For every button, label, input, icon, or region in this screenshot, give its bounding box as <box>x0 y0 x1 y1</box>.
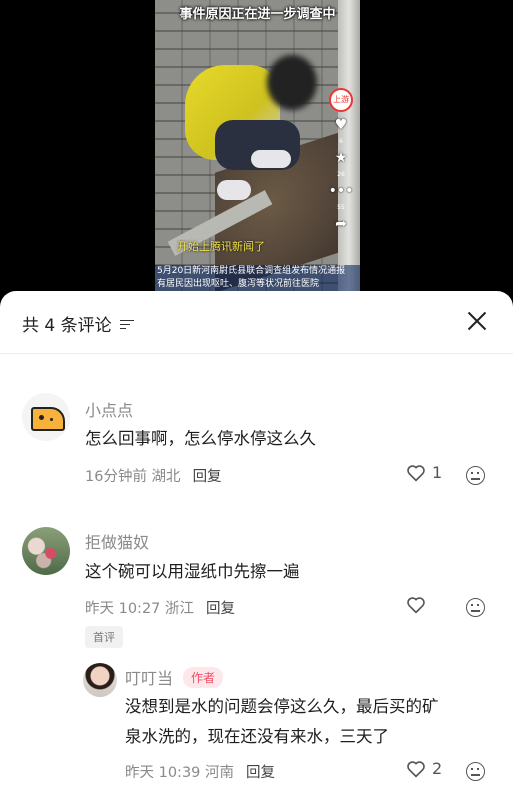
video-caption: 5月20日新河南尉氏县联合调查组发布情况通报 有居民因出现呕吐、腹泻等状况前往医… <box>155 265 360 291</box>
video-area[interactable]: 事件原因正在进一步调查中 上游 ♥ 6 ★ 26 ••• 55 ➦ 开始上腾讯新… <box>0 0 513 300</box>
comment-username-text[interactable]: 叮叮当 <box>125 669 173 688</box>
comment-count: 55 <box>337 204 345 211</box>
comment-username[interactable]: 小点点 <box>85 397 133 421</box>
video-scene-shoe <box>251 150 291 168</box>
comment-username[interactable]: 拒做猫奴 <box>85 529 149 553</box>
comment-text-line: 没想到是水的问题会停这么久，最后买的矿 <box>125 697 439 716</box>
comment-time-location: 16分钟前 湖北 <box>85 469 181 485</box>
comment-text[interactable]: 怎么回事啊，怎么停水停这么久 <box>85 424 316 454</box>
author-tag: 作者 <box>183 667 224 688</box>
close-icon[interactable] <box>465 309 489 333</box>
comment-count-label: 共 4 条评论 <box>22 316 112 336</box>
heart-icon[interactable]: ♥ <box>335 118 348 132</box>
like-button[interactable]: 2 <box>406 759 442 778</box>
reply-button[interactable]: 回复 <box>206 601 235 617</box>
like-count: 6 <box>339 138 343 145</box>
video-caption-line: 有居民因出现呕吐、腹泻等状况前往医院 <box>157 279 320 289</box>
reply-button[interactable]: 回复 <box>193 469 222 485</box>
comment-icon[interactable]: ••• <box>329 184 354 198</box>
like-count: 1 <box>432 463 443 482</box>
comment-text-line: 泉水洗的，现在还没有来水，三天了 <box>125 727 389 746</box>
video-frame[interactable]: 事件原因正在进一步调查中 上游 ♥ 6 ★ 26 ••• 55 ➦ 开始上腾讯新… <box>155 0 360 300</box>
star-icon[interactable]: ★ <box>335 151 348 165</box>
comment-text[interactable]: 这个碗可以用湿纸巾先擦一遍 <box>85 557 300 587</box>
heart-icon <box>407 464 425 481</box>
filter-icon[interactable] <box>119 319 134 331</box>
comment-text[interactable]: 没想到是水的问题会停这么久，最后买的矿 泉水洗的，现在还没有来水，三天了 <box>125 692 439 752</box>
heart-icon <box>407 760 425 777</box>
cheese-icon <box>31 407 65 431</box>
avatar[interactable] <box>22 393 70 441</box>
favorite-count: 26 <box>337 171 345 178</box>
channel-avatar[interactable]: 上游 <box>329 88 353 112</box>
video-scene-person-head <box>267 55 317 110</box>
video-title: 事件原因正在进一步调查中 <box>179 7 336 22</box>
comment-time-location: 昨天 10:39 河南 <box>125 765 235 781</box>
comment-time-location: 昨天 10:27 浙江 <box>85 601 195 617</box>
first-comment-badge: 首评 <box>85 626 123 648</box>
avatar[interactable] <box>83 663 117 697</box>
heart-icon <box>407 597 425 614</box>
comment-sheet-header: 共 4 条评论 <box>0 291 513 354</box>
dislike-icon[interactable] <box>466 466 485 485</box>
like-count: 2 <box>432 759 443 778</box>
dislike-icon[interactable] <box>466 598 485 617</box>
video-subtitle: 开始上腾讯新闻了 <box>177 240 265 253</box>
like-button[interactable] <box>406 596 432 614</box>
dislike-icon[interactable] <box>466 762 485 781</box>
video-caption-line: 5月20日新河南尉氏县联合调查组发布情况通报 <box>157 266 346 276</box>
video-side-actions: 上游 ♥ 6 ★ 26 ••• 55 ➦ <box>327 88 355 231</box>
video-scene-shoe <box>217 180 251 200</box>
comment-sheet: 共 4 条评论 小点点 怎么回事啊，怎么停水停这么久 16分钟前 湖北 回复 1 … <box>0 291 513 800</box>
reply-button[interactable]: 回复 <box>246 765 275 781</box>
comment-username: 叮叮当 作者 <box>125 665 224 689</box>
avatar[interactable] <box>22 527 70 575</box>
comment-meta: 昨天 10:27 浙江 回复 <box>85 597 235 618</box>
comment-count-title[interactable]: 共 4 条评论 <box>22 311 134 336</box>
comment-meta: 16分钟前 湖北 回复 <box>85 465 222 486</box>
like-button[interactable]: 1 <box>406 463 442 482</box>
share-icon[interactable]: ➦ <box>335 217 347 231</box>
comment-meta: 昨天 10:39 河南 回复 <box>125 761 275 782</box>
